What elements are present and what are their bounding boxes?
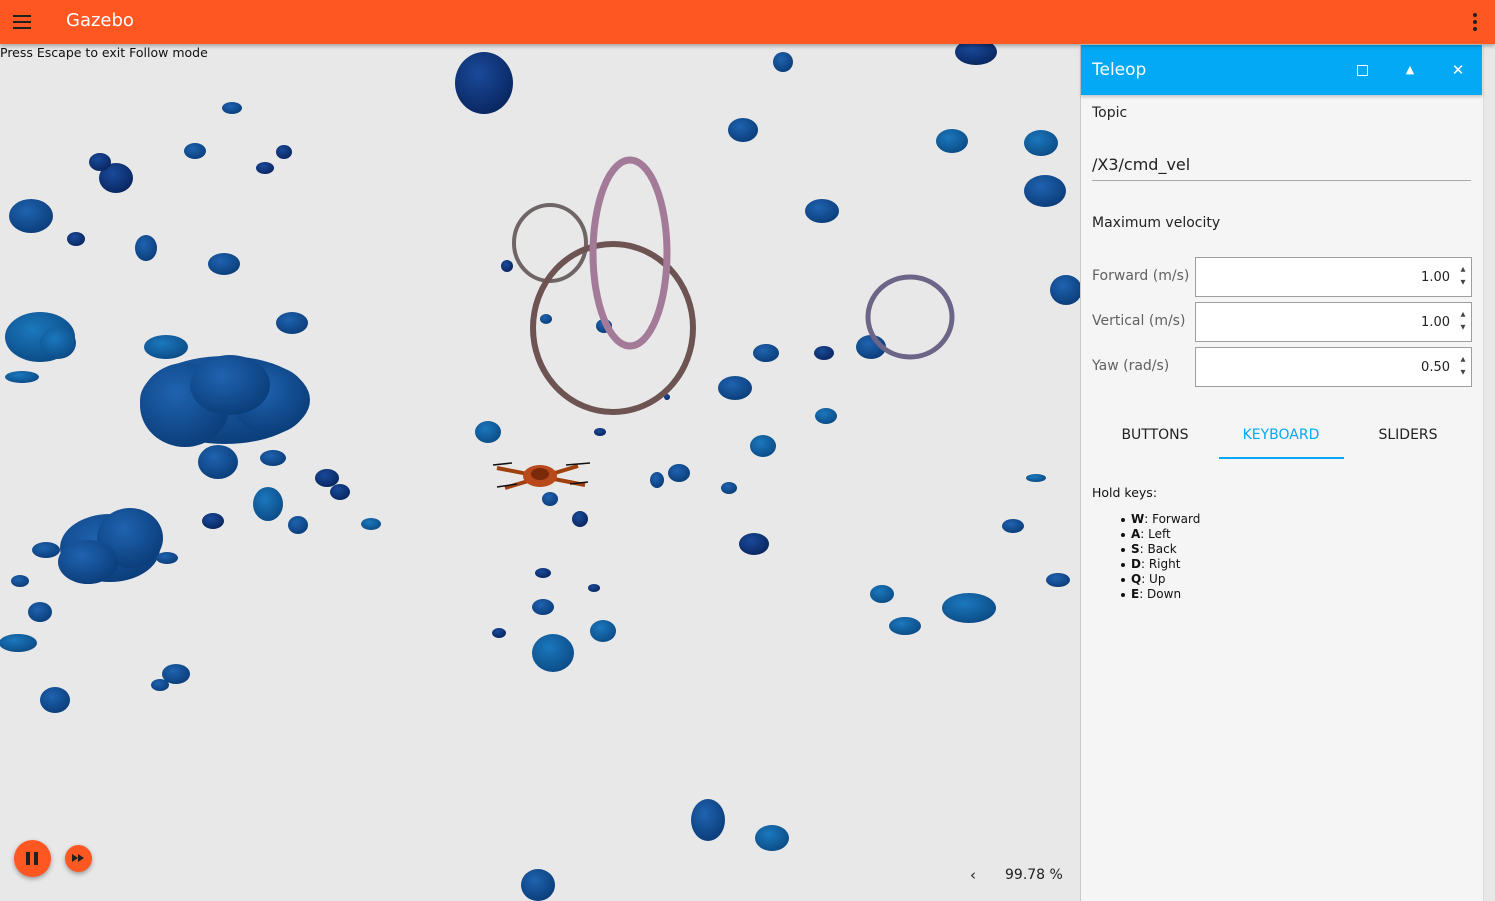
pause-button[interactable] bbox=[14, 840, 51, 877]
list-item: W: Forward bbox=[1121, 512, 1200, 527]
vertical-velocity-input[interactable]: 1.00 ▲ ▼ bbox=[1195, 302, 1472, 342]
max-velocity-label: Maximum velocity bbox=[1092, 215, 1221, 231]
vertical-velocity-value: 1.00 bbox=[1421, 315, 1450, 330]
teleop-panel: Teleop ▲ ✕ Topic Maximum velocity Forwar… bbox=[1080, 45, 1484, 901]
list-item: A: Left bbox=[1121, 527, 1200, 542]
gate-rings bbox=[512, 156, 955, 415]
key-action: : Down bbox=[1139, 587, 1182, 601]
spin-down-icon[interactable]: ▼ bbox=[1459, 279, 1467, 286]
yaw-velocity-input[interactable]: 0.50 ▲ ▼ bbox=[1195, 347, 1472, 387]
collapse-arrow-icon[interactable]: ▲ bbox=[1399, 59, 1421, 81]
list-item: Q: Up bbox=[1121, 572, 1200, 587]
key-action: : Right bbox=[1140, 557, 1181, 571]
app-title: Gazebo bbox=[66, 10, 134, 31]
vertical-velocity-row: Vertical (m/s) 1.00 ▲ ▼ bbox=[1092, 302, 1472, 342]
hold-keys-label: Hold keys: bbox=[1092, 485, 1158, 500]
vertical-velocity-label: Vertical (m/s) bbox=[1092, 313, 1186, 329]
forward-velocity-label: Forward (m/s) bbox=[1092, 268, 1190, 284]
key-action: : Back bbox=[1139, 542, 1177, 556]
list-item: D: Right bbox=[1121, 557, 1200, 572]
tab-sliders[interactable]: SLIDERS bbox=[1345, 407, 1471, 459]
topic-input[interactable] bbox=[1092, 148, 1471, 181]
key-name: Q bbox=[1131, 572, 1142, 586]
key-name: E bbox=[1131, 587, 1140, 601]
forward-velocity-row: Forward (m/s) 1.00 ▲ ▼ bbox=[1092, 257, 1472, 297]
spin-up-icon[interactable]: ▲ bbox=[1459, 356, 1467, 363]
spin-up-icon[interactable]: ▲ bbox=[1459, 311, 1467, 318]
more-vert-icon[interactable] bbox=[1467, 10, 1483, 34]
key-action: : Left bbox=[1140, 527, 1171, 541]
teleop-header: Teleop ▲ ✕ bbox=[1081, 45, 1482, 95]
panel-title: Teleop bbox=[1092, 60, 1147, 80]
maximize-icon[interactable] bbox=[1351, 59, 1373, 81]
key-name: D bbox=[1131, 557, 1141, 571]
hamburger-menu-icon[interactable] bbox=[10, 8, 36, 36]
forward-velocity-input[interactable]: 1.00 ▲ ▼ bbox=[1195, 257, 1472, 297]
spin-down-icon[interactable]: ▼ bbox=[1459, 369, 1467, 376]
key-name: S bbox=[1131, 542, 1140, 556]
forward-velocity-value: 1.00 bbox=[1421, 270, 1450, 285]
close-icon[interactable]: ✕ bbox=[1447, 59, 1469, 81]
app-toolbar: Gazebo bbox=[0, 0, 1495, 44]
3d-scene-viewport[interactable] bbox=[0, 44, 1080, 901]
tab-keyboard[interactable]: KEYBOARD bbox=[1218, 407, 1344, 459]
chevron-left-icon[interactable]: ‹ bbox=[970, 866, 976, 884]
follow-mode-hint: Press Escape to exit Follow mode bbox=[0, 45, 208, 60]
yaw-velocity-label: Yaw (rad/s) bbox=[1092, 358, 1170, 374]
topic-label: Topic bbox=[1092, 105, 1128, 121]
key-action: : Up bbox=[1141, 572, 1166, 586]
key-action: : Forward bbox=[1144, 512, 1201, 526]
key-name: W bbox=[1131, 512, 1145, 526]
key-name: A bbox=[1131, 527, 1141, 541]
spin-up-icon[interactable]: ▲ bbox=[1459, 266, 1467, 273]
list-item: S: Back bbox=[1121, 542, 1200, 557]
real-time-factor: 99.78 % bbox=[1005, 867, 1063, 883]
yaw-velocity-row: Yaw (rad/s) 0.50 ▲ ▼ bbox=[1092, 347, 1472, 387]
quadcopter-drone[interactable] bbox=[492, 462, 591, 490]
spin-down-icon[interactable]: ▼ bbox=[1459, 324, 1467, 331]
key-bindings-list: W: Forward A: Left S: Back D: Right Q: U… bbox=[1121, 512, 1200, 602]
tab-buttons[interactable]: BUTTONS bbox=[1092, 407, 1218, 459]
active-tab-indicator bbox=[1219, 457, 1344, 459]
yaw-velocity-value: 0.50 bbox=[1421, 360, 1450, 375]
step-button[interactable] bbox=[65, 845, 92, 872]
list-item: E: Down bbox=[1121, 587, 1200, 602]
